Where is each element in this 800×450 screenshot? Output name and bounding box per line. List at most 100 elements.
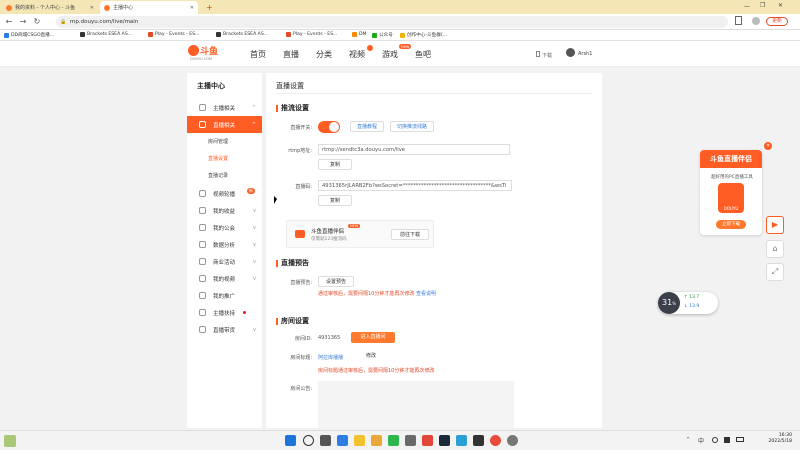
user-avatar[interactable]: [566, 48, 575, 57]
room-section-title: 房间设置: [276, 318, 309, 325]
sidebar-item-live[interactable]: 直播相关 ^: [187, 116, 262, 133]
profile-avatar-icon[interactable]: [752, 17, 760, 25]
back-icon[interactable]: ←: [4, 17, 14, 26]
douyu-logo[interactable]: 斗鱼 DOUYU.COM: [188, 45, 228, 63]
address-bar[interactable]: 🔒 mp.douyu.com/live/main: [56, 16, 728, 28]
sidebar-item-commerce[interactable]: 直播带货 v: [187, 321, 262, 338]
maximize-icon[interactable]: ❐: [760, 2, 765, 9]
bookmark-label: 公众号: [379, 33, 393, 38]
home-icon[interactable]: ⌂: [766, 240, 784, 258]
room-notice-label: 房间公告:: [290, 386, 312, 392]
app-icon[interactable]: [371, 435, 382, 446]
bookmark-item[interactable]: Play - Events - ES...: [286, 32, 338, 37]
system-clock[interactable]: 16:30 2022/5/18: [768, 433, 792, 445]
sidebar-sub-room[interactable]: 房间管理: [208, 138, 228, 145]
app-icon[interactable]: [507, 435, 518, 446]
sidebar-sub-records[interactable]: 直播记录: [208, 172, 228, 179]
sidebar-item-guild[interactable]: 我的公会 v: [187, 219, 262, 236]
minimize-icon[interactable]: —: [744, 3, 750, 10]
new-tab-button[interactable]: +: [202, 1, 214, 14]
logo-subtext: DOUYU.COM: [190, 57, 213, 61]
close-promo-icon[interactable]: ✕: [764, 142, 772, 150]
close-tab-icon[interactable]: ✕: [190, 5, 194, 11]
app-icon[interactable]: [456, 435, 467, 446]
nav-video[interactable]: 视频: [349, 49, 365, 60]
network-speed-widget[interactable]: 31% ↑ 13.7 ↓ 13.9: [658, 292, 718, 314]
app-icon[interactable]: [405, 435, 416, 446]
wifi-icon[interactable]: [712, 437, 718, 443]
view-description-link[interactable]: 查看说明: [416, 291, 436, 297]
chevron-icon: v: [253, 224, 256, 231]
sidebar-item-label: 直播带货: [213, 327, 236, 334]
edit-title-button[interactable]: 修改: [354, 351, 388, 362]
battery-icon[interactable]: [736, 437, 744, 442]
download-link[interactable]: 下载: [536, 51, 552, 59]
chrome-icon[interactable]: [490, 435, 501, 446]
reload-icon[interactable]: ↻: [32, 17, 42, 26]
file-explorer-icon[interactable]: [354, 435, 365, 446]
sidebar-item-carousel[interactable]: 视频轮播 新: [187, 185, 262, 202]
sidebar-item-anchor[interactable]: 主播相关 ^: [187, 99, 262, 116]
enter-room-button[interactable]: 进入直播间: [351, 332, 395, 343]
room-title-value[interactable]: 阿拉库播播: [318, 354, 343, 361]
username[interactable]: Arsh1: [578, 51, 592, 57]
copy-code-button[interactable]: 复制: [318, 195, 352, 206]
bookmark-item[interactable]: Play - Events - ES...: [148, 32, 200, 37]
briefcase-icon: [199, 258, 206, 265]
chevron-icon: v: [253, 326, 256, 333]
search-icon[interactable]: [303, 435, 314, 446]
sidebar-item-promotion[interactable]: 我的推广: [187, 287, 262, 304]
set-preview-button[interactable]: 设置预告: [318, 276, 354, 287]
edge-icon[interactable]: [337, 435, 348, 446]
bookmark-item[interactable]: 公众号: [372, 32, 393, 38]
play-video-icon[interactable]: ▶: [766, 216, 784, 234]
expand-icon[interactable]: ⤢: [766, 263, 784, 281]
bookmark-item[interactable]: DM: [352, 32, 367, 37]
steam-icon[interactable]: [439, 435, 450, 446]
update-button[interactable]: 更新: [766, 17, 788, 26]
stream-code-field[interactable]: 4931365rJLARB2Fb?wsSecret=**************…: [318, 180, 512, 191]
app-icon[interactable]: [473, 435, 484, 446]
sidebar-item-business[interactable]: 商业活动 v: [187, 253, 262, 270]
input-method-indicator[interactable]: 中: [698, 436, 704, 445]
windows-start-icon[interactable]: [285, 435, 296, 446]
tutorial-link[interactable]: 直播教程: [350, 121, 384, 132]
switch-line-link[interactable]: 切换推流线路: [390, 121, 434, 132]
bookmark-item[interactable]: DD商城CSGO直播...: [4, 32, 54, 38]
browser-tab[interactable]: 我的资料 - 个人中心 - 斗鱼 ✕: [2, 1, 98, 14]
close-window-icon[interactable]: ✕: [778, 2, 783, 9]
app-icon[interactable]: [422, 435, 433, 446]
bookmark-label: 创作中心-斗鱼群(...: [407, 33, 447, 38]
nav-live[interactable]: 直播: [283, 49, 299, 60]
nav-home[interactable]: 首页: [250, 49, 266, 60]
live-switch-toggle[interactable]: [318, 121, 340, 133]
bookmark-item[interactable]: Brackets ESEA AS...: [216, 32, 268, 37]
close-tab-icon[interactable]: ✕: [90, 5, 94, 11]
sidebar-item-analytics[interactable]: 数据分析 v: [187, 236, 262, 253]
browser-tab-active[interactable]: 主播中心 ✕: [100, 1, 198, 14]
bookmark-item[interactable]: Brackets ESEA AS...: [80, 32, 132, 37]
copy-rtmp-button[interactable]: 复制: [318, 159, 352, 170]
bookmark-item[interactable]: 创作中心-斗鱼群(...: [400, 32, 447, 38]
sidebar-item-income[interactable]: 我的收益 v: [187, 202, 262, 219]
room-notice-textarea[interactable]: [318, 381, 514, 428]
sidebar-item-support[interactable]: 主播扶持: [187, 304, 262, 321]
sidebar-sub-live-settings[interactable]: 直播设置: [208, 155, 228, 162]
volume-icon[interactable]: [724, 437, 730, 443]
download-tool-button[interactable]: 前往下载: [391, 229, 429, 240]
nav-category[interactable]: 分类: [316, 49, 332, 60]
nav-fishbar[interactable]: 鱼吧: [415, 49, 431, 60]
weather-icon[interactable]: [4, 435, 16, 447]
bookmark-favicon-icon: [286, 32, 291, 37]
sidepanel-icon[interactable]: [735, 16, 742, 25]
promo-download-button[interactable]: 立即下载: [716, 220, 746, 229]
sidebar-item-label: 主播相关: [213, 105, 236, 112]
sidebar-item-videos[interactable]: 我的视频 v: [187, 270, 262, 287]
tool-title: 斗鱼直播伴侣: [311, 229, 345, 235]
tray-chevron-icon[interactable]: ^: [686, 437, 690, 443]
nav-games[interactable]: 游戏: [382, 49, 398, 60]
rtmp-field[interactable]: rtmp://sendtc3a.douyu.com/live: [318, 144, 510, 155]
wechat-icon[interactable]: [388, 435, 399, 446]
forward-icon[interactable]: →: [18, 17, 28, 26]
task-view-icon[interactable]: [320, 435, 331, 446]
